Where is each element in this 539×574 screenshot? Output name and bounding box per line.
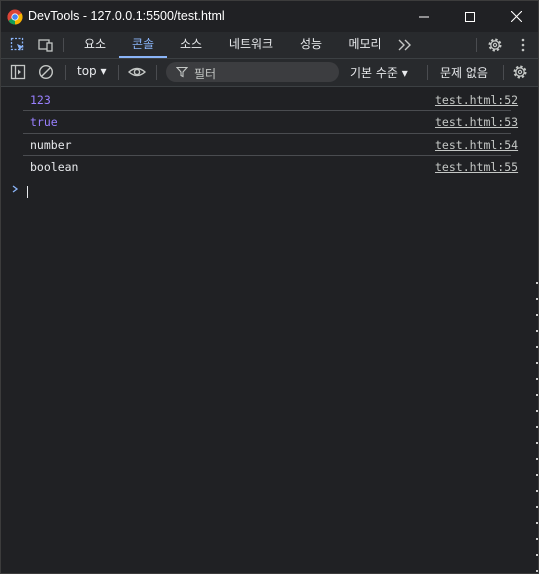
scroll-indicator: [536, 282, 538, 572]
console-toolbar: top ▾ 필터 기본 수준 ▾ 문제 없음: [1, 59, 538, 87]
chrome-logo-icon: [7, 9, 23, 25]
toolbar-separator: [118, 65, 119, 80]
console-input-caret[interactable]: [27, 186, 28, 198]
tab-elements[interactable]: 요소: [75, 32, 115, 57]
console-message: true test.html:53: [1, 110, 538, 132]
source-link[interactable]: test.html:54: [435, 138, 518, 152]
more-options-icon[interactable]: [515, 37, 531, 53]
settings-gear-icon[interactable]: [487, 37, 503, 53]
toolbar-separator: [156, 65, 157, 80]
toolbar-separator: [503, 65, 504, 80]
source-link[interactable]: test.html:53: [435, 115, 518, 129]
toolbar-separator: [65, 65, 66, 80]
filter-placeholder: 필터: [194, 67, 217, 81]
prompt-chevron-icon: [12, 185, 19, 193]
minimize-button[interactable]: [401, 1, 447, 32]
tab-separator: [63, 38, 64, 52]
tab-console[interactable]: 콘솔: [119, 32, 167, 58]
clear-console-icon[interactable]: [38, 64, 54, 80]
device-toolbar-icon[interactable]: [38, 37, 54, 53]
console-message: 123 test.html:52: [1, 88, 538, 110]
sidebar-toggle-icon[interactable]: [10, 64, 26, 80]
tab-performance[interactable]: 성능: [291, 32, 331, 57]
inspect-element-icon[interactable]: [10, 37, 26, 53]
console-message: boolean test.html:55: [1, 155, 538, 177]
context-select[interactable]: top ▾: [77, 64, 107, 78]
more-tabs-icon[interactable]: [397, 37, 413, 53]
console-message: number test.html:54: [1, 133, 538, 155]
devtools-window: DevTools - 127.0.0.1:5500/test.html 요소 콘…: [0, 0, 539, 574]
minimize-icon: [419, 16, 429, 17]
console-message-text: number: [30, 138, 72, 152]
source-link[interactable]: test.html:52: [435, 93, 518, 107]
close-button[interactable]: [493, 1, 538, 32]
title-bar: DevTools - 127.0.0.1:5500/test.html: [1, 1, 538, 32]
panel-tab-bar: 요소 콘솔 소스 네트워크 성능 메모리: [1, 32, 538, 59]
console-message-text: 123: [30, 93, 51, 107]
console-settings-gear-icon[interactable]: [512, 64, 528, 80]
source-link[interactable]: test.html:55: [435, 160, 518, 174]
tab-memory[interactable]: 메모리: [341, 32, 389, 57]
maximize-icon: [465, 11, 475, 22]
console-message-text: boolean: [30, 160, 79, 174]
tab-sources[interactable]: 소스: [171, 32, 211, 57]
tab-separator: [476, 38, 477, 52]
tab-network[interactable]: 네트워크: [221, 32, 281, 57]
filter-funnel-icon: [176, 66, 188, 78]
toolbar-separator: [427, 65, 428, 80]
console-message-text: true: [30, 115, 58, 129]
maximize-button[interactable]: [447, 1, 493, 32]
window-title: DevTools - 127.0.0.1:5500/test.html: [28, 9, 225, 23]
issues-counter[interactable]: 문제 없음: [440, 64, 488, 81]
console-output[interactable]: 123 test.html:52 true test.html:53 numbe…: [1, 87, 538, 573]
log-level-select[interactable]: 기본 수준 ▾: [350, 64, 408, 81]
live-expression-eye-icon[interactable]: [128, 64, 146, 80]
close-icon: [510, 11, 522, 22]
filter-input[interactable]: 필터: [166, 62, 339, 82]
